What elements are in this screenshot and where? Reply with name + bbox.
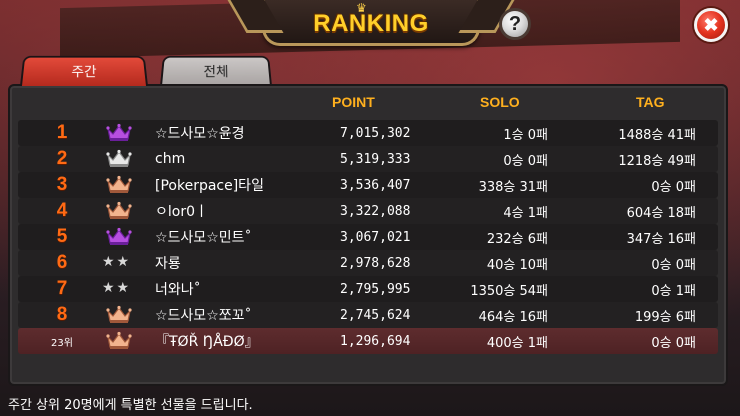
player-name: 자룡 bbox=[155, 256, 181, 272]
crown-icon bbox=[106, 149, 132, 168]
player-name: ☆드사모☆쪼꼬˚ bbox=[155, 308, 252, 324]
page-title: RANKING bbox=[313, 10, 429, 37]
crown-icon bbox=[106, 331, 132, 350]
title-crown-icon: ♛ bbox=[356, 1, 367, 15]
tab-weekly-label: 주간 bbox=[71, 64, 97, 81]
point-value: 3,322,088 bbox=[340, 203, 411, 219]
rank-number: 5 bbox=[56, 226, 68, 247]
crown-icon bbox=[106, 201, 132, 220]
crown-icon bbox=[106, 175, 132, 194]
ranking-row: 6 ★★ 자룡 2,978,628 40승 10패 0승 0패 bbox=[18, 250, 718, 276]
player-name: chm bbox=[155, 151, 186, 167]
point-value: 3,067,021 bbox=[340, 229, 411, 245]
solo-record: 1승 0패 bbox=[503, 127, 548, 143]
rank-number: 23위 bbox=[51, 337, 73, 349]
ranking-row: 8 ☆드사모☆쪼꼬˚ 2,745,624 464승 16패 199승 6패 bbox=[18, 302, 718, 328]
point-value: 2,978,628 bbox=[340, 255, 411, 271]
column-header-point: POINT bbox=[332, 94, 375, 110]
point-value: 1,296,694 bbox=[340, 333, 411, 349]
player-name: [Pokerpace]타일 bbox=[155, 178, 264, 194]
tag-record: 347승 16패 bbox=[626, 231, 696, 247]
solo-record: 40승 10패 bbox=[486, 257, 548, 273]
star-rating-icon: ★★ bbox=[102, 254, 132, 270]
solo-record: 464승 16패 bbox=[478, 309, 548, 325]
ranking-row: 1 ☆드사모☆윤경 7,015,302 1승 0패 1488승 41패 bbox=[18, 120, 718, 146]
close-button[interactable]: ✖ bbox=[694, 8, 728, 42]
column-header-tag: TAG bbox=[636, 94, 665, 110]
tab-weekly[interactable]: 주간 bbox=[20, 55, 148, 86]
tag-record: 0승 0패 bbox=[651, 335, 696, 351]
rank-number: 4 bbox=[56, 200, 68, 221]
ranking-panel: POINT SOLO TAG 1 ☆드사모☆윤경 7,015,302 1승 0패 148… bbox=[8, 84, 728, 386]
point-value: 7,015,302 bbox=[340, 125, 411, 141]
solo-record: 1350승 54패 bbox=[470, 283, 548, 299]
ranking-row: 2 chm 5,319,333 0승 0패 1218승 49패 bbox=[18, 146, 718, 172]
player-name: 너와나˚ bbox=[155, 282, 201, 298]
my-rank-row: 23위 『ŦØŘ ŊÅĐØ』 1,296,694 400승 1패 0승 0패 bbox=[18, 328, 718, 354]
star-rating-icon: ★★ bbox=[102, 280, 132, 296]
player-name: ㅇlor0ㅣ bbox=[155, 204, 208, 220]
point-value: 2,745,624 bbox=[340, 307, 411, 323]
tag-record: 0승 0패 bbox=[651, 257, 696, 273]
ranking-row: 7 ★★ 너와나˚ 2,795,995 1350승 54패 0승 1패 bbox=[18, 276, 718, 302]
ranking-row: 5 ☆드사모☆민트˚ 3,067,021 232승 6패 347승 16패 bbox=[18, 224, 718, 250]
point-value: 3,536,407 bbox=[340, 177, 411, 193]
tag-record: 0승 0패 bbox=[651, 179, 696, 195]
tab-all-label: 전체 bbox=[203, 64, 229, 81]
tag-record: 1488승 41패 bbox=[618, 127, 696, 143]
solo-record: 400승 1패 bbox=[486, 335, 548, 351]
rank-number: 6 bbox=[56, 252, 68, 273]
solo-record: 4승 1패 bbox=[503, 205, 548, 221]
ranking-row: 3 [Pokerpace]타일 3,536,407 338승 31패 0승 0패 bbox=[18, 172, 718, 198]
rank-number: 7 bbox=[56, 278, 68, 299]
crown-icon bbox=[106, 227, 132, 246]
tag-record: 604승 18패 bbox=[626, 205, 696, 221]
rank-number: 3 bbox=[56, 174, 68, 195]
tag-record: 1218승 49패 bbox=[618, 153, 696, 169]
player-name: 『ŦØŘ ŊÅĐØ』 bbox=[155, 334, 259, 350]
tag-record: 0승 1패 bbox=[651, 283, 696, 299]
player-name: ☆드사모☆윤경 bbox=[155, 126, 245, 142]
point-value: 5,319,333 bbox=[340, 151, 411, 167]
point-value: 2,795,995 bbox=[340, 281, 411, 297]
footer-notice: 주간 상위 20명에게 특별한 선물을 드립니다. bbox=[8, 398, 253, 413]
player-name: ☆드사모☆민트˚ bbox=[155, 230, 252, 246]
rank-number: 1 bbox=[56, 122, 68, 143]
solo-record: 232승 6패 bbox=[486, 231, 548, 247]
rank-number: 2 bbox=[56, 148, 68, 169]
crown-icon bbox=[106, 305, 132, 324]
help-button[interactable]: ? bbox=[499, 8, 531, 40]
solo-record: 0승 0패 bbox=[503, 153, 548, 169]
crown-icon bbox=[106, 123, 132, 142]
solo-record: 338승 31패 bbox=[478, 179, 548, 195]
column-header-solo: SOLO bbox=[480, 94, 520, 110]
ranking-row: 4 ㅇlor0ㅣ 3,322,088 4승 1패 604승 18패 bbox=[18, 198, 718, 224]
tab-all[interactable]: 전체 bbox=[160, 55, 272, 86]
tag-record: 199승 6패 bbox=[634, 309, 696, 325]
rank-number: 8 bbox=[56, 304, 68, 325]
